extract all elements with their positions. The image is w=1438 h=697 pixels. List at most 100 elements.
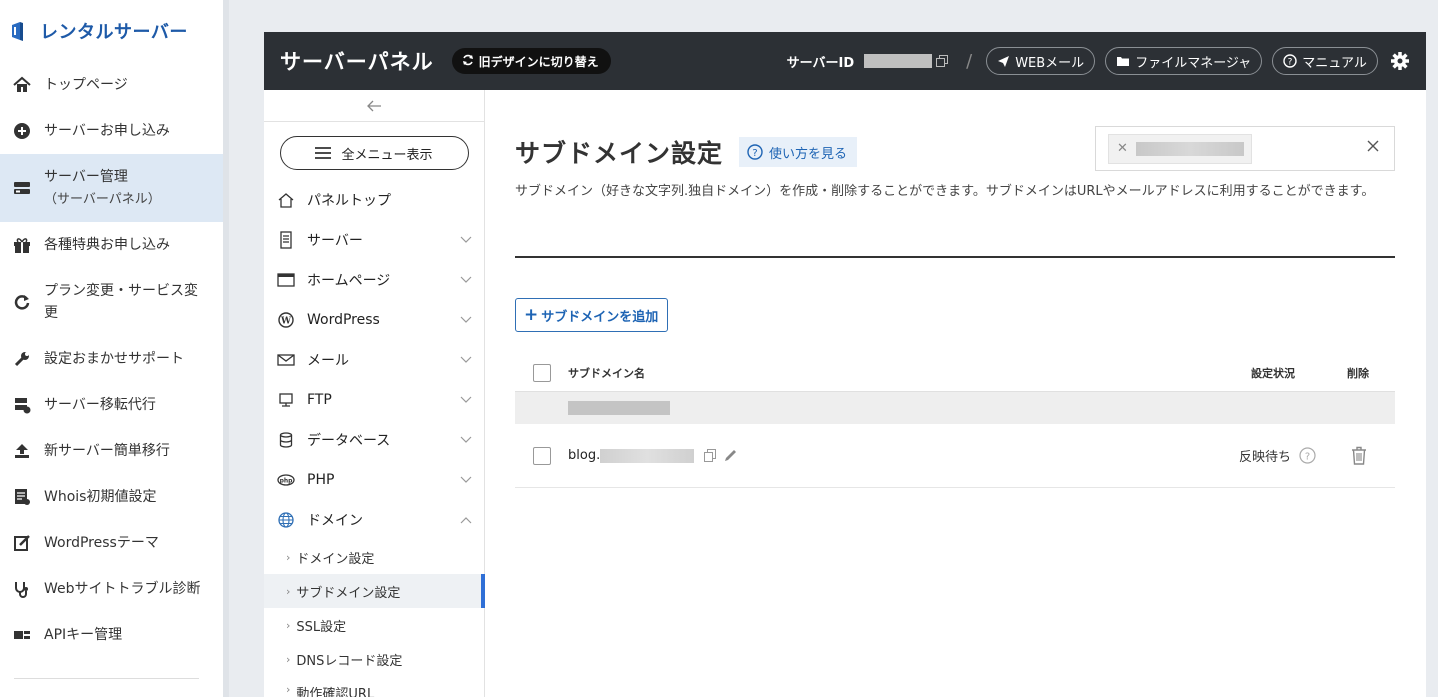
submenu-domain-settings[interactable]: › ドメイン設定 <box>264 540 484 574</box>
chevron-up-icon <box>460 516 472 524</box>
nav-item-site-diagnosis[interactable]: Webサイトトラブル診断 <box>0 566 223 612</box>
menu-item-label: メール <box>307 353 349 369</box>
page-header: サブドメイン設定 ? 使い方を見る <box>515 134 858 170</box>
menu-item-php[interactable]: php PHP <box>264 460 484 500</box>
nav-item-label: トップページ <box>44 77 128 93</box>
chevron-down-icon <box>460 396 472 404</box>
row-checkbox[interactable] <box>533 446 551 465</box>
status-text: 反映待ち <box>1239 450 1292 465</box>
submenu-test-url[interactable]: › 動作確認URL <box>264 676 484 697</box>
upload-icon <box>12 441 32 461</box>
nav-item-server-management[interactable]: サーバー管理 （サーバーパネル） <box>0 154 223 222</box>
gear-icon[interactable] <box>1390 51 1410 71</box>
brand[interactable]: レンタルサーバー <box>0 0 223 62</box>
page-description: サブドメイン（好きな文字列.独自ドメイン）を作成・削除することができます。サブド… <box>515 184 1375 199</box>
nav-item-top[interactable]: トップページ <box>0 62 223 108</box>
server-outline-icon <box>277 231 295 249</box>
nav-item-label: サーバー移転代行 <box>44 397 156 413</box>
file-manager-label: ファイルマネージャ <box>1135 55 1252 71</box>
svg-text:W: W <box>280 317 292 327</box>
nav-item-label: Webサイトトラブル診断 <box>44 581 201 597</box>
manual-button[interactable]: ? マニュアル <box>1272 47 1378 75</box>
switch-design-button[interactable]: 旧デザインに切り替え <box>451 48 611 74</box>
nav-item-label: APIキー管理 <box>44 627 123 643</box>
mail-icon <box>277 354 295 366</box>
whois-icon <box>12 487 32 507</box>
submenu-label: SSL設定 <box>296 619 347 635</box>
nav-item-support[interactable]: 設定おまかせサポート <box>0 336 223 382</box>
nav-item-api-key[interactable]: APIキー管理 <box>0 612 223 658</box>
nav-item-whois[interactable]: Whois初期値設定 <box>0 474 223 520</box>
section-divider <box>515 256 1395 258</box>
remove-chip-icon[interactable]: ✕ <box>1117 141 1128 156</box>
menu-item-homepage[interactable]: ホームページ <box>264 260 484 300</box>
trash-icon <box>1352 446 1366 465</box>
submenu-label: サブドメイン設定 <box>296 585 401 601</box>
table-row: blog. 反映待ち ? <box>515 424 1395 488</box>
wrench-icon <box>12 349 32 369</box>
delete-button[interactable] <box>1351 446 1395 465</box>
php-icon: php <box>277 474 295 486</box>
select-all-checkbox[interactable] <box>533 363 551 382</box>
chevron-right-icon: › <box>286 618 291 632</box>
add-subdomain-button[interactable]: + サブドメインを追加 <box>515 298 669 332</box>
menu-item-label: WordPress <box>307 312 380 328</box>
pencil-icon[interactable] <box>724 449 737 462</box>
server-id-value <box>864 54 933 68</box>
nav-item-label: プラン変更・サービス変更 <box>44 283 198 321</box>
chevron-right-icon: › <box>286 652 291 666</box>
svg-text:?: ? <box>752 148 757 159</box>
copy-icon[interactable] <box>936 55 949 67</box>
nav-item-benefits[interactable]: 各種特典お申し込み <box>0 222 223 268</box>
domain-selector[interactable]: ✕ <box>1095 126 1395 171</box>
nav-item-plan-change[interactable]: プラン変更・サービス変更 <box>0 268 223 336</box>
help-icon[interactable]: ? <box>1299 447 1316 464</box>
chevron-down-icon <box>460 276 472 284</box>
collapse-menu-button[interactable] <box>264 90 484 122</box>
all-menu-button[interactable]: 全メニュー表示 <box>279 136 469 170</box>
question-circle-icon: ? <box>747 144 763 160</box>
chevron-down-icon <box>460 236 472 244</box>
chevron-down-icon <box>460 436 472 444</box>
menu-item-wordpress[interactable]: W WordPress <box>264 300 484 340</box>
panel-menu: 全メニュー表示 パネルトップ サーバー ホームページ W WordPress メ… <box>264 90 485 697</box>
webmail-button[interactable]: WEBメール <box>986 47 1096 75</box>
file-manager-button[interactable]: ファイルマネージャ <box>1105 47 1263 75</box>
nav-item-wp-theme[interactable]: WordPressテーマ <box>0 520 223 566</box>
submenu-dns-records[interactable]: › DNSレコード設定 <box>264 642 484 676</box>
nav-item-easy-migration[interactable]: 新サーバー簡単移行 <box>0 428 223 474</box>
monitor-icon <box>277 392 295 408</box>
panel-title: サーバーパネル <box>280 50 434 74</box>
svg-text:?: ? <box>1288 58 1293 68</box>
submenu-ssl-settings[interactable]: › SSL設定 <box>264 608 484 642</box>
nav-item-sublabel: （サーバーパネル） <box>44 191 161 207</box>
nav-item-server-transfer[interactable]: サーバー移転代行 <box>0 382 223 428</box>
copy-icon[interactable] <box>704 449 717 462</box>
menu-item-label: パネルトップ <box>307 193 391 209</box>
submenu-subdomain-settings[interactable]: › サブドメイン設定 <box>264 574 485 608</box>
menu-item-server[interactable]: サーバー <box>264 220 484 260</box>
column-header-name: サブドメイン名 <box>568 366 645 380</box>
menu-item-label: ドメイン <box>307 513 363 529</box>
subdomain-domain <box>600 448 695 463</box>
svg-text:?: ? <box>1305 452 1310 463</box>
menu-item-domain[interactable]: ドメイン <box>264 500 484 540</box>
menu-item-panel-top[interactable]: パネルトップ <box>264 180 484 220</box>
menu-item-ftp[interactable]: FTP <box>264 380 484 420</box>
nav-item-server-order[interactable]: サーバーお申し込み <box>0 108 223 154</box>
menu-item-label: データベース <box>307 433 391 449</box>
close-icon[interactable] <box>1366 139 1380 153</box>
menu-item-mail[interactable]: メール <box>264 340 484 380</box>
stethoscope-icon <box>12 579 32 599</box>
database-icon <box>277 432 295 448</box>
nav-item-label: Whois初期値設定 <box>44 489 157 505</box>
menu-item-database[interactable]: データベース <box>264 420 484 460</box>
separator: / <box>966 50 973 72</box>
howto-button[interactable]: ? 使い方を見る <box>739 137 858 167</box>
question-circle-icon: ? <box>1283 54 1297 68</box>
key-icon <box>12 625 32 645</box>
menu-item-label: PHP <box>307 472 335 488</box>
home-icon <box>12 75 32 95</box>
selected-domain-chip[interactable]: ✕ <box>1108 133 1252 164</box>
submenu-label: DNSレコード設定 <box>296 653 403 669</box>
